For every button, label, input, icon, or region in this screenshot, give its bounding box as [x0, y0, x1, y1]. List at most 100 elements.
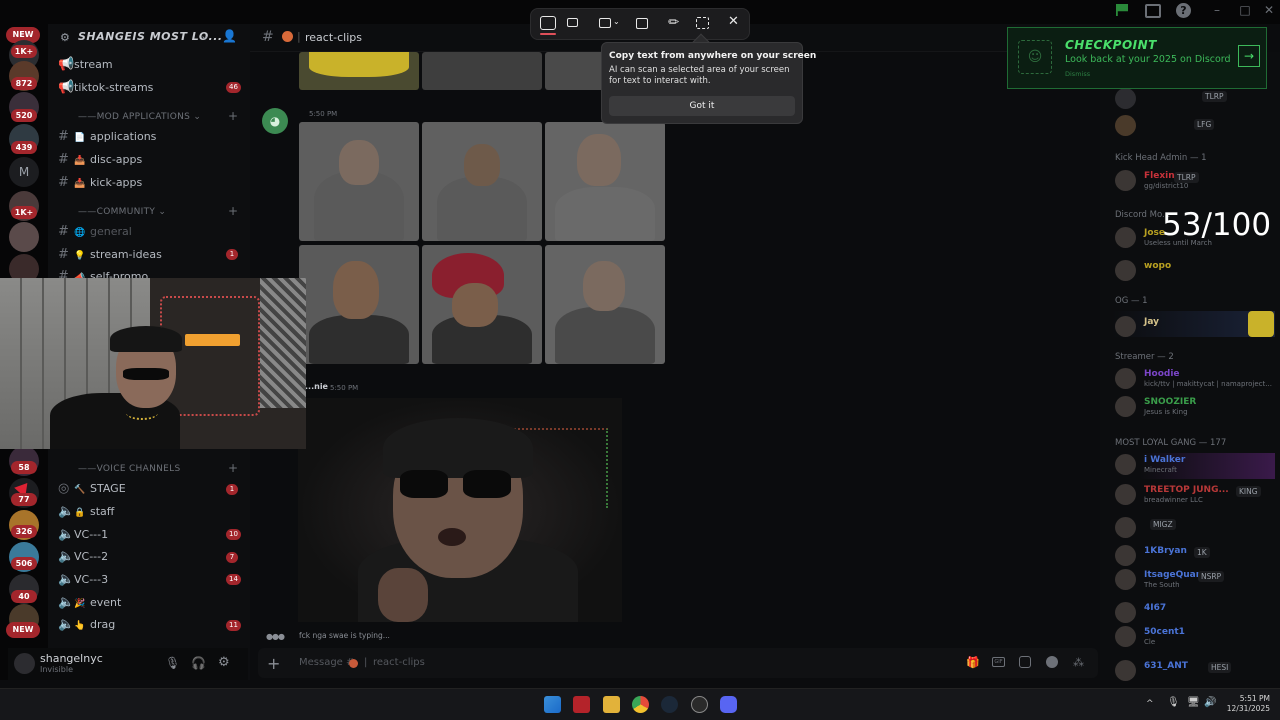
attachment-image[interactable]: [545, 122, 665, 241]
member-avatar[interactable]: [1115, 396, 1136, 417]
settings-gear-icon[interactable]: ⚙: [218, 655, 230, 670]
channel-stream-ideas[interactable]: # 💡 stream-ideas: [58, 247, 162, 263]
add-channel-icon[interactable]: +: [228, 204, 238, 218]
category-community[interactable]: ——COMMUNITY ⌄: [78, 207, 166, 217]
channel-applications[interactable]: # 📄 applications: [58, 129, 156, 145]
member-avatar[interactable]: [1115, 517, 1136, 538]
close-icon[interactable]: ✕: [728, 14, 739, 29]
member-name[interactable]: SNOOZIER: [1144, 397, 1196, 407]
chevron-down-icon[interactable]: ⌄: [200, 29, 209, 42]
member-avatar[interactable]: [1115, 115, 1136, 136]
minimize-icon[interactable]: –: [1208, 3, 1226, 21]
channel-tiktok-streams[interactable]: 📢tiktok-streams: [58, 80, 153, 96]
member-avatar[interactable]: [1115, 316, 1136, 337]
category-voice-channels[interactable]: ——VOICE CHANNELS: [78, 464, 180, 474]
emoji-icon[interactable]: [1046, 656, 1058, 668]
gif-icon[interactable]: GIF: [992, 657, 1005, 667]
headphones-icon[interactable]: 🎧: [191, 656, 206, 670]
user-avatar[interactable]: [14, 653, 35, 674]
edit-image-icon[interactable]: [636, 18, 648, 29]
attachment-image[interactable]: [422, 122, 542, 241]
voice-channel-event[interactable]: 🔈🎉 event: [58, 595, 121, 611]
member-avatar[interactable]: [1115, 227, 1136, 248]
add-channel-icon[interactable]: +: [228, 109, 238, 123]
member-name[interactable]: i Walker: [1144, 455, 1185, 465]
attachment-video[interactable]: [298, 398, 622, 622]
add-attachment-icon[interactable]: +: [267, 654, 280, 673]
microphone-icon[interactable]: 🎙: [1167, 697, 1180, 708]
voice-channel-vc3[interactable]: 🔈VC---3: [58, 572, 108, 588]
voice-channel-stage[interactable]: ◎ 🔨 STAGE: [58, 481, 126, 497]
network-icon[interactable]: 🖥: [1187, 697, 1200, 708]
close-window-icon[interactable]: ✕: [1260, 3, 1278, 21]
member-avatar[interactable]: [1115, 170, 1136, 191]
voice-channel-staff[interactable]: 🔈🔒 staff: [58, 504, 114, 520]
chevron-down-icon[interactable]: ⌄: [613, 17, 620, 26]
maximize-icon[interactable]: □: [1236, 3, 1254, 21]
channel-disc-apps[interactable]: # 📥 disc-apps: [58, 152, 142, 168]
discord-icon[interactable]: [720, 696, 737, 713]
server-icon[interactable]: [9, 222, 39, 252]
member-name[interactable]: Hoodie: [1144, 369, 1180, 379]
member-name[interactable]: 631_ANT: [1144, 661, 1188, 671]
member-avatar[interactable]: [1115, 626, 1136, 647]
chevron-up-icon[interactable]: ^: [1146, 699, 1154, 709]
checkpoint-dismiss[interactable]: Dismiss: [1065, 70, 1090, 78]
channel-kick-apps[interactable]: # 📥 kick-apps: [58, 175, 142, 191]
sticker-icon[interactable]: [1019, 656, 1031, 668]
composer-placeholder[interactable]: Message #: [299, 657, 354, 668]
windows-start-icon[interactable]: [544, 696, 561, 713]
member-name[interactable]: 1KBryan: [1144, 546, 1187, 556]
server-icon-letter[interactable]: M: [9, 157, 39, 187]
member-avatar[interactable]: [1115, 368, 1136, 389]
attachment-image[interactable]: [545, 245, 665, 364]
voice-channel-vc2[interactable]: 🔈VC---2: [58, 549, 108, 565]
text-extract-icon[interactable]: [696, 17, 709, 29]
attachment-image[interactable]: [422, 245, 542, 364]
member-avatar[interactable]: [1115, 88, 1136, 109]
attachment-image[interactable]: [299, 122, 419, 241]
chrome-icon[interactable]: [632, 696, 649, 713]
member-name[interactable]: Flexin: [1144, 171, 1175, 181]
member-avatar[interactable]: [1115, 454, 1136, 475]
attachment-image[interactable]: [545, 52, 605, 90]
add-channel-icon[interactable]: +: [228, 461, 238, 475]
member-avatar[interactable]: [1115, 484, 1136, 505]
volume-icon[interactable]: 🔊: [1204, 697, 1216, 708]
arrow-right-icon[interactable]: →: [1238, 45, 1260, 67]
member-name[interactable]: Jay: [1144, 317, 1159, 327]
taskbar-clock[interactable]: 5:51 PM 12/31/2025: [1226, 694, 1270, 714]
apps-icon[interactable]: ⁂: [1073, 656, 1084, 669]
member-name[interactable]: ItsageQuan: [1144, 570, 1202, 580]
bot-avatar[interactable]: ◕: [262, 108, 288, 134]
member-name[interactable]: wopo: [1144, 261, 1171, 271]
member-name[interactable]: TREETOP JUNG...: [1144, 485, 1229, 495]
microphone-icon[interactable]: 🎙: [165, 656, 180, 670]
steam-icon[interactable]: [661, 696, 678, 713]
member-avatar[interactable]: [1115, 660, 1136, 681]
screenshot-camera-icon[interactable]: [540, 16, 556, 30]
channel-stream[interactable]: 📢stream: [58, 57, 113, 73]
member-avatar[interactable]: [1115, 260, 1136, 281]
app-icon[interactable]: [691, 696, 708, 713]
video-record-icon[interactable]: [567, 18, 578, 27]
attachment-image[interactable]: [299, 245, 419, 364]
rectangle-mode-icon[interactable]: [599, 18, 611, 28]
category-mod-applications[interactable]: ——MOD APPLICATIONS ⌄: [78, 112, 201, 122]
member-avatar[interactable]: [1115, 602, 1136, 623]
member-avatar[interactable]: [1115, 569, 1136, 590]
message-author[interactable]: ...nie: [305, 382, 328, 391]
help-icon[interactable]: ?: [1176, 3, 1191, 18]
attachment-image[interactable]: [299, 52, 419, 90]
inbox-icon[interactable]: [1145, 4, 1161, 18]
file-explorer-icon[interactable]: [603, 696, 620, 713]
attachment-image[interactable]: [422, 52, 542, 90]
channel-general[interactable]: # 🌐 general: [58, 224, 132, 240]
member-name[interactable]: 4I67: [1144, 603, 1166, 613]
voice-channel-vc1[interactable]: 🔈VC---1: [58, 527, 108, 543]
member-name[interactable]: 50cent1: [1144, 627, 1185, 637]
got-it-button[interactable]: Got it: [609, 96, 795, 116]
member-avatar[interactable]: [1115, 545, 1136, 566]
gift-icon[interactable]: 🎁: [966, 656, 980, 669]
add-member-icon[interactable]: 👤: [222, 29, 237, 43]
